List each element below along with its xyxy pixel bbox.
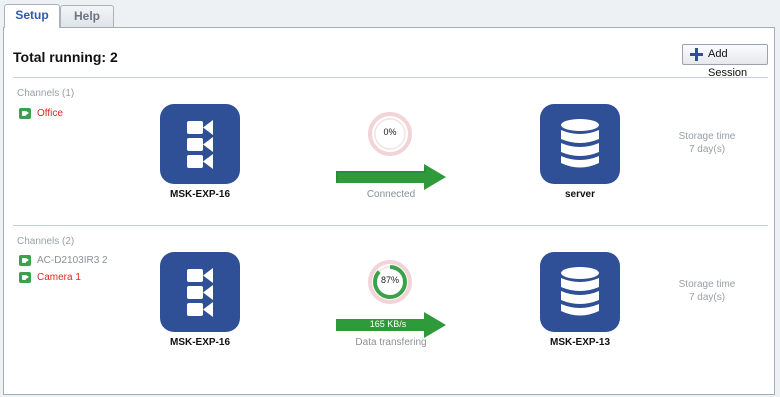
destination-name: MSK-EXP-13 bbox=[549, 337, 610, 348]
plus-icon bbox=[690, 48, 703, 61]
session-status: Data transfering bbox=[355, 337, 427, 348]
total-running-label: Total running: 2 bbox=[13, 49, 118, 65]
source-name: MSK-EXP-16 bbox=[169, 189, 230, 200]
storage-value: 7 day(s) bbox=[688, 292, 726, 303]
transfer-rate: 165 KB/s bbox=[369, 319, 407, 329]
session-status: Connected bbox=[366, 189, 416, 200]
session-1: Channels (1) Office MSK-EXP-16 0% Connec… bbox=[4, 88, 774, 218]
camera-icon bbox=[19, 255, 31, 266]
camera-group-icon bbox=[187, 268, 213, 317]
camera-icon bbox=[19, 108, 31, 119]
source-name: MSK-EXP-16 bbox=[169, 337, 230, 348]
destination-name: server bbox=[564, 189, 596, 200]
channels-header: Channels (1) bbox=[17, 88, 75, 99]
tab-bar: Setup Help bbox=[0, 0, 780, 28]
database-icon bbox=[561, 119, 599, 168]
camera-group-icon bbox=[187, 120, 213, 169]
divider bbox=[13, 77, 768, 78]
tab-setup[interactable]: Setup bbox=[4, 4, 60, 28]
transfer-arrow: 165 KB/s bbox=[336, 312, 448, 338]
progress-ring: 87% bbox=[367, 259, 413, 305]
camera-icon bbox=[19, 272, 31, 283]
tab-help[interactable]: Help bbox=[60, 5, 114, 27]
channels-header: Channels (2) bbox=[17, 236, 75, 247]
channel-name: Camera 1 bbox=[37, 272, 81, 283]
storage-label: Storage time bbox=[678, 279, 736, 290]
progress-percent: 87% bbox=[380, 275, 399, 285]
storage-info: Storage time 7 day(s) bbox=[657, 130, 757, 156]
storage-info: Storage time 7 day(s) bbox=[657, 278, 757, 304]
transfer-arrow bbox=[336, 164, 448, 190]
channel-name: Office bbox=[37, 108, 63, 119]
add-session-button[interactable]: Add Session bbox=[682, 44, 768, 79]
storage-label: Storage time bbox=[678, 131, 736, 142]
progress-ring: 0% bbox=[367, 111, 413, 157]
session-2: Channels (2) AC-D2103IR3 2 Camera 1 MSK-… bbox=[4, 236, 774, 366]
setup-panel: Total running: 2 Add Session Channels (1… bbox=[3, 27, 775, 395]
source-tile[interactable] bbox=[160, 104, 240, 184]
divider bbox=[13, 225, 768, 226]
source-tile[interactable] bbox=[160, 252, 240, 332]
progress-percent: 0% bbox=[383, 127, 397, 137]
channel-name: AC-D2103IR3 2 bbox=[37, 255, 108, 266]
storage-value: 7 day(s) bbox=[688, 144, 726, 155]
database-icon bbox=[561, 267, 599, 316]
destination-tile[interactable] bbox=[540, 104, 620, 184]
destination-tile[interactable] bbox=[540, 252, 620, 332]
